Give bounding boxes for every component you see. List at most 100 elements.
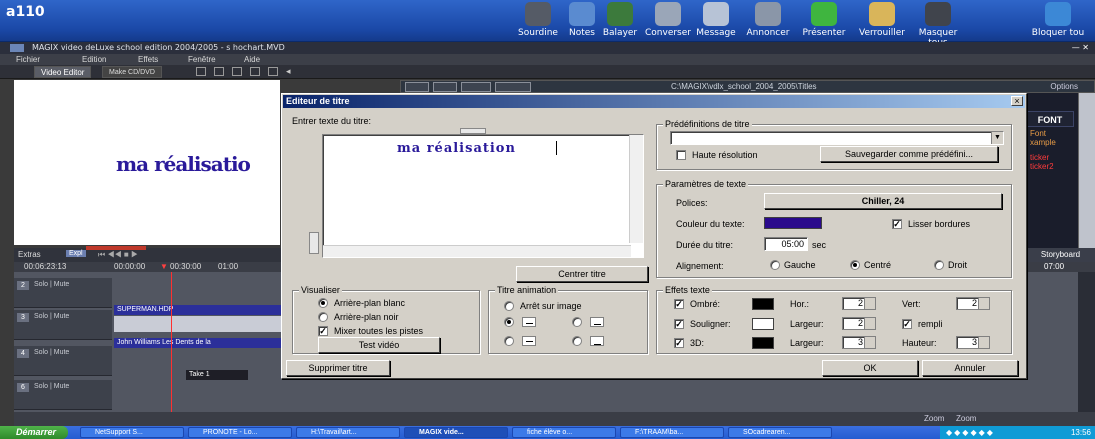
- toolbar-globe-button[interactable]: Bloquer tou: [1030, 2, 1086, 40]
- transport-controls-icon[interactable]: ⏮ ◀◀ ■ ▶: [98, 250, 138, 260]
- nav-forward-button[interactable]: [433, 82, 457, 92]
- shadow-checkbox[interactable]: ✓: [674, 299, 684, 309]
- text-vertical-scrollbar[interactable]: [629, 135, 643, 243]
- anim-radio-2[interactable]: [572, 317, 582, 327]
- tab-make-cd-dvd[interactable]: Make CD/DVD: [102, 66, 162, 78]
- audio-waveform[interactable]: [114, 316, 282, 332]
- zoom-label[interactable]: Zoom: [956, 414, 976, 423]
- task-button[interactable]: F:\TRAAM\ba...: [620, 427, 724, 438]
- text-horizontal-scrollbar[interactable]: [323, 245, 631, 257]
- save-icon[interactable]: [232, 67, 242, 76]
- chevron-down-icon[interactable]: ▼: [991, 132, 1003, 144]
- text-size-slider[interactable]: [309, 232, 319, 254]
- task-button[interactable]: fiche élève o...: [512, 427, 616, 438]
- bg-white-radio[interactable]: [318, 298, 328, 308]
- duration-input[interactable]: 05:00: [764, 237, 808, 251]
- back-arrow-icon[interactable]: ◂: [286, 66, 291, 77]
- browser-scrollbar[interactable]: [1078, 93, 1095, 248]
- font-folder[interactable]: FONT: [1026, 111, 1074, 127]
- menu-effets[interactable]: Effets: [138, 54, 158, 65]
- font-button[interactable]: Chiller, 24: [764, 193, 1002, 209]
- track-header[interactable]: 3 Solo | Mute: [14, 310, 112, 340]
- magix-logo-icon: [10, 44, 24, 52]
- ok-button[interactable]: OK: [822, 360, 918, 376]
- height-spinner[interactable]: 3: [956, 336, 990, 349]
- menu-edition[interactable]: Edition: [82, 54, 106, 65]
- title-text-input[interactable]: ma réalisation: [322, 134, 644, 258]
- toolbar-announce-button[interactable]: Annoncer: [744, 2, 792, 40]
- tray-icons[interactable]: ◆◆◆◆◆◆: [946, 426, 995, 439]
- toolbar-scan-button[interactable]: Balayer: [596, 2, 644, 40]
- options-menu[interactable]: Options: [1050, 81, 1078, 93]
- track-header[interactable]: 2 Solo | Mute: [14, 278, 112, 308]
- anim-radio-4[interactable]: [572, 336, 582, 346]
- expl-button[interactable]: Expl: [66, 250, 86, 257]
- open-icon[interactable]: [214, 67, 224, 76]
- audio-clip[interactable]: John Williams Les Dents de la: [114, 338, 282, 348]
- test-video-button[interactable]: Test vidéo: [318, 337, 440, 353]
- menu-fenetre[interactable]: Fenêtre: [188, 54, 216, 65]
- align-center-radio[interactable]: [850, 260, 860, 270]
- start-button[interactable]: Démarrer: [0, 426, 68, 439]
- preset-select[interactable]: ▼: [670, 131, 1004, 145]
- view-button[interactable]: [461, 82, 491, 92]
- toolbar-message-button[interactable]: Message: [692, 2, 740, 40]
- underline-checkbox[interactable]: ✓: [674, 319, 684, 329]
- task-button[interactable]: H:\Travail\art...: [296, 427, 400, 438]
- width-spinner[interactable]: 2: [842, 317, 876, 330]
- window-close-icon[interactable]: — ✕: [1072, 42, 1089, 54]
- hor-spinner[interactable]: 2: [842, 297, 876, 310]
- task-button[interactable]: NetSupport S...: [80, 427, 184, 438]
- save-preset-button[interactable]: Sauvegarder comme prédéfini...: [820, 146, 998, 162]
- nav-back-button[interactable]: [405, 82, 429, 92]
- center-title-button[interactable]: Centrer titre: [516, 266, 648, 282]
- toolbar-monitor-button[interactable]: Masquer tous: [914, 2, 962, 48]
- browser-item-ticker[interactable]: ticker ticker2: [1030, 153, 1054, 171]
- video-clip[interactable]: SUPERMAN.HDP: [114, 305, 282, 315]
- mix-tracks-checkbox[interactable]: ✓: [318, 326, 328, 336]
- browser-item-font[interactable]: Font xample: [1030, 129, 1056, 147]
- text-color-swatch[interactable]: [764, 217, 822, 229]
- delete-title-button[interactable]: Supprimer titre: [286, 360, 390, 376]
- vert-spinner[interactable]: 2: [956, 297, 990, 310]
- anim-radio-3[interactable]: [504, 336, 514, 346]
- hires-checkbox[interactable]: [676, 150, 686, 160]
- 3d-checkbox[interactable]: ✓: [674, 338, 684, 348]
- task-button[interactable]: SOcadrearen...: [728, 427, 832, 438]
- playhead[interactable]: [171, 272, 172, 412]
- toolbar-present-button[interactable]: Présenter: [800, 2, 848, 40]
- 3d-width-spinner[interactable]: 3: [842, 336, 876, 349]
- menu-aide[interactable]: Aide: [244, 54, 260, 65]
- cancel-button[interactable]: Annuler: [922, 360, 1018, 376]
- extras-menu[interactable]: Extras: [18, 250, 41, 259]
- toolbar-lock-button[interactable]: Verrouiller: [858, 2, 906, 40]
- smooth-edges-checkbox[interactable]: ✓: [892, 219, 902, 229]
- track-header[interactable]: 4 Solo | Mute: [14, 346, 112, 376]
- track-header[interactable]: 6 Solo | Mute: [14, 380, 112, 410]
- toolbar-chat-button[interactable]: Converser: [644, 2, 692, 40]
- zoom-label[interactable]: Zoom: [924, 414, 944, 423]
- export-icon[interactable]: [250, 67, 260, 76]
- freeze-frame-radio[interactable]: [504, 301, 514, 311]
- tab-video-editor[interactable]: Video Editor: [34, 66, 92, 78]
- menu-fichier[interactable]: Fichier: [16, 54, 40, 65]
- underline-color-swatch[interactable]: [752, 318, 774, 330]
- 3d-color-swatch[interactable]: [752, 337, 774, 349]
- align-right-radio[interactable]: [934, 260, 944, 270]
- align-left-radio[interactable]: [770, 260, 780, 270]
- new-icon[interactable]: [196, 67, 206, 76]
- list-button[interactable]: [495, 82, 531, 92]
- timeline-scrollbar[interactable]: [1078, 272, 1095, 412]
- bg-black-radio[interactable]: [318, 312, 328, 322]
- dialog-close-button[interactable]: ×: [1011, 96, 1023, 106]
- print-icon[interactable]: [268, 67, 278, 76]
- path-bar: C:\MAGIX\vdlx_school_2004_2005\Titles Op…: [400, 80, 1095, 93]
- title-clip[interactable]: Take 1: [186, 370, 248, 380]
- task-button[interactable]: MAGIX vide...: [404, 427, 508, 438]
- storyboard-button[interactable]: Storyboard: [1026, 248, 1095, 262]
- toolbar-speaker-mute-button[interactable]: Sourdine: [514, 2, 562, 40]
- task-button[interactable]: PRONOTE - Lo...: [188, 427, 292, 438]
- shadow-color-swatch[interactable]: [752, 298, 774, 310]
- filled-checkbox[interactable]: ✓: [902, 319, 912, 329]
- anim-radio-1[interactable]: [504, 317, 514, 327]
